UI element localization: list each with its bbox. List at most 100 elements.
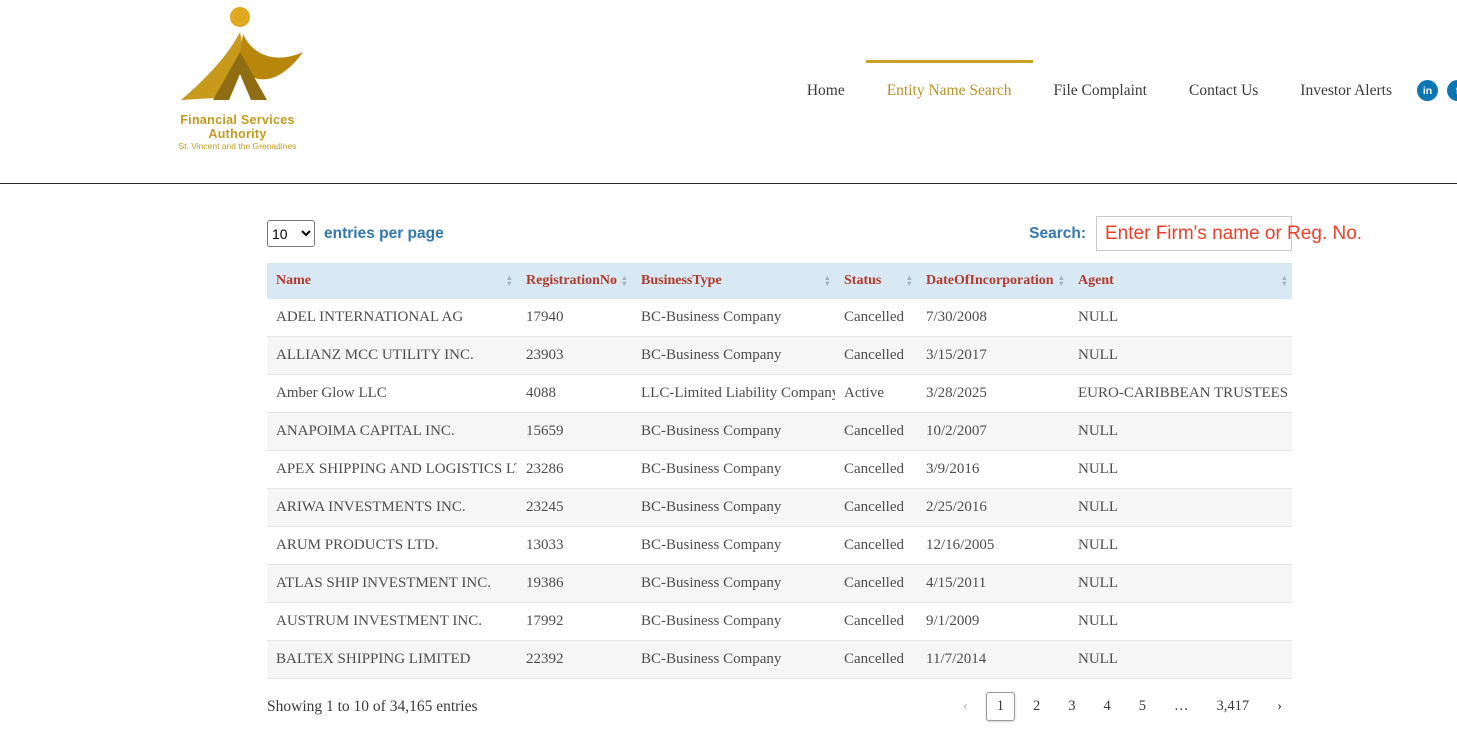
table-cell: 22392 <box>517 641 632 679</box>
table-cell: Cancelled <box>835 603 917 641</box>
nav-item-home[interactable]: Home <box>786 60 866 112</box>
nav-item-contact-us[interactable]: Contact Us <box>1168 60 1279 112</box>
table-cell: NULL <box>1069 451 1292 489</box>
table-cell: 17940 <box>517 299 632 337</box>
table-cell: 3/15/2017 <box>917 337 1069 375</box>
table-cell: Cancelled <box>835 299 917 337</box>
logo[interactable]: Financial Services Authority St. Vincent… <box>150 6 325 151</box>
site-header: Financial Services Authority St. Vincent… <box>0 0 1457 184</box>
table-cell: NULL <box>1069 641 1292 679</box>
table-row: Amber Glow LLC4088LLC-Limited Liability … <box>267 375 1292 413</box>
table-row: ATLAS SHIP INVESTMENT INC.19386BC-Busine… <box>267 565 1292 603</box>
table-row: AUSTRUM INVESTMENT INC.17992BC-Business … <box>267 603 1292 641</box>
column-label: Agent <box>1078 273 1114 288</box>
facebook-icon[interactable]: f <box>1447 80 1457 101</box>
column-label: Name <box>276 273 311 288</box>
search-box: Enter Firm's name or Reg. No. <box>1096 216 1292 251</box>
column-header-dateofincorporation[interactable]: DateOfIncorporation▲▼ <box>917 263 1069 299</box>
table-cell: APEX SHIPPING AND LOGISTICS LTD. <box>267 451 517 489</box>
table-header-row: Name▲▼RegistrationNo▲▼BusinessType▲▼Stat… <box>267 263 1292 299</box>
table-cell: BC-Business Company <box>632 451 835 489</box>
table-cell: NULL <box>1069 489 1292 527</box>
nav-item-entity-name-search[interactable]: Entity Name Search <box>866 60 1033 112</box>
logo-subtitle: St. Vincent and the Grenadines <box>150 141 325 151</box>
table-cell: BC-Business Company <box>632 413 835 451</box>
column-header-name[interactable]: Name ▲▼ <box>267 263 517 299</box>
table-cell: 2/25/2016 <box>917 489 1069 527</box>
main-content: 10 entries per page Search: Enter Firm's… <box>267 216 1292 721</box>
table-cell: 4088 <box>517 375 632 413</box>
table-cell: ARUM PRODUCTS LTD. <box>267 527 517 565</box>
column-header-registrationno[interactable]: RegistrationNo▲▼ <box>517 263 632 299</box>
nav-item-file-complaint[interactable]: File Complaint <box>1033 60 1168 112</box>
table-cell: NULL <box>1069 527 1292 565</box>
table-cell: ATLAS SHIP INVESTMENT INC. <box>267 565 517 603</box>
column-header-businesstype[interactable]: BusinessType▲▼ <box>632 263 835 299</box>
column-label: Status <box>844 273 881 288</box>
table-cell: 13033 <box>517 527 632 565</box>
sort-arrows-icon: ▲▼ <box>506 275 513 287</box>
social-icons: inf <box>1417 80 1457 101</box>
table-cell: BC-Business Company <box>632 527 835 565</box>
table-cell: ANAPOIMA CAPITAL INC. <box>267 413 517 451</box>
table-cell: BC-Business Company <box>632 489 835 527</box>
table-cell: 9/1/2009 <box>917 603 1069 641</box>
table-cell: BC-Business Company <box>632 565 835 603</box>
table-cell: 23245 <box>517 489 632 527</box>
table-cell: 7/30/2008 <box>917 299 1069 337</box>
table-row: ADEL INTERNATIONAL AG17940BC-Business Co… <box>267 299 1292 337</box>
table-cell: NULL <box>1069 565 1292 603</box>
table-cell: ARIWA INVESTMENTS INC. <box>267 489 517 527</box>
table-row: BALTEX SHIPPING LIMITED22392BC-Business … <box>267 641 1292 679</box>
logo-title: Financial Services Authority <box>150 113 325 141</box>
table-cell: 3/28/2025 <box>917 375 1069 413</box>
table-controls: 10 entries per page Search: Enter Firm's… <box>267 216 1292 251</box>
column-header-agent[interactable]: Agent▲▼ <box>1069 263 1292 299</box>
page-3417[interactable]: 3,417 <box>1207 693 1260 720</box>
table-row: ARIWA INVESTMENTS INC.23245BC-Business C… <box>267 489 1292 527</box>
table-cell: 11/7/2014 <box>917 641 1069 679</box>
search-control: Search: Enter Firm's name or Reg. No. <box>1029 216 1292 251</box>
table-cell: Cancelled <box>835 527 917 565</box>
table-body: ADEL INTERNATIONAL AG17940BC-Business Co… <box>267 299 1292 679</box>
table-cell: Cancelled <box>835 451 917 489</box>
table-cell: ADEL INTERNATIONAL AG <box>267 299 517 337</box>
table-cell: 23903 <box>517 337 632 375</box>
search-label: Search: <box>1029 225 1086 243</box>
table-row: APEX SHIPPING AND LOGISTICS LTD.23286BC-… <box>267 451 1292 489</box>
table-cell: BC-Business Company <box>632 603 835 641</box>
page-4[interactable]: 4 <box>1094 693 1121 720</box>
entities-table: Name▲▼RegistrationNo▲▼BusinessType▲▼Stat… <box>267 263 1292 679</box>
table-cell: NULL <box>1069 603 1292 641</box>
sort-arrows-icon: ▲▼ <box>824 275 831 287</box>
page-5[interactable]: 5 <box>1129 693 1156 720</box>
fsa-logo-icon <box>163 93 313 110</box>
next-page[interactable]: › <box>1267 693 1292 720</box>
page-size-select[interactable]: 10 <box>267 220 315 247</box>
table-cell: 4/15/2011 <box>917 565 1069 603</box>
linkedin-icon[interactable]: in <box>1417 80 1438 101</box>
ellipsis: … <box>1164 693 1199 720</box>
table-cell: 10/2/2007 <box>917 413 1069 451</box>
nav-item-investor-alerts[interactable]: Investor Alerts <box>1279 60 1413 112</box>
entries-per-page-label: entries per page <box>324 225 444 243</box>
table-cell: BC-Business Company <box>632 337 835 375</box>
table-cell: Amber Glow LLC <box>267 375 517 413</box>
table-cell: AUSTRUM INVESTMENT INC. <box>267 603 517 641</box>
sort-arrows-icon: ▲▼ <box>906 275 913 287</box>
column-label: DateOfIncorporation <box>926 273 1054 288</box>
search-input[interactable] <box>1096 216 1292 251</box>
table-cell: 23286 <box>517 451 632 489</box>
table-cell: BALTEX SHIPPING LIMITED <box>267 641 517 679</box>
table-cell: LLC-Limited Liability Company <box>632 375 835 413</box>
page-2[interactable]: 2 <box>1023 693 1050 720</box>
column-header-status[interactable]: Status ▲▼ <box>835 263 917 299</box>
page-1[interactable]: 1 <box>986 692 1015 721</box>
showing-entries-text: Showing 1 to 10 of 34,165 entries <box>267 698 478 716</box>
table-cell: 19386 <box>517 565 632 603</box>
prev-page[interactable]: ‹ <box>953 693 978 720</box>
table-cell: Active <box>835 375 917 413</box>
table-cell: Cancelled <box>835 565 917 603</box>
table-row: ARUM PRODUCTS LTD.13033BC-Business Compa… <box>267 527 1292 565</box>
page-3[interactable]: 3 <box>1058 693 1085 720</box>
